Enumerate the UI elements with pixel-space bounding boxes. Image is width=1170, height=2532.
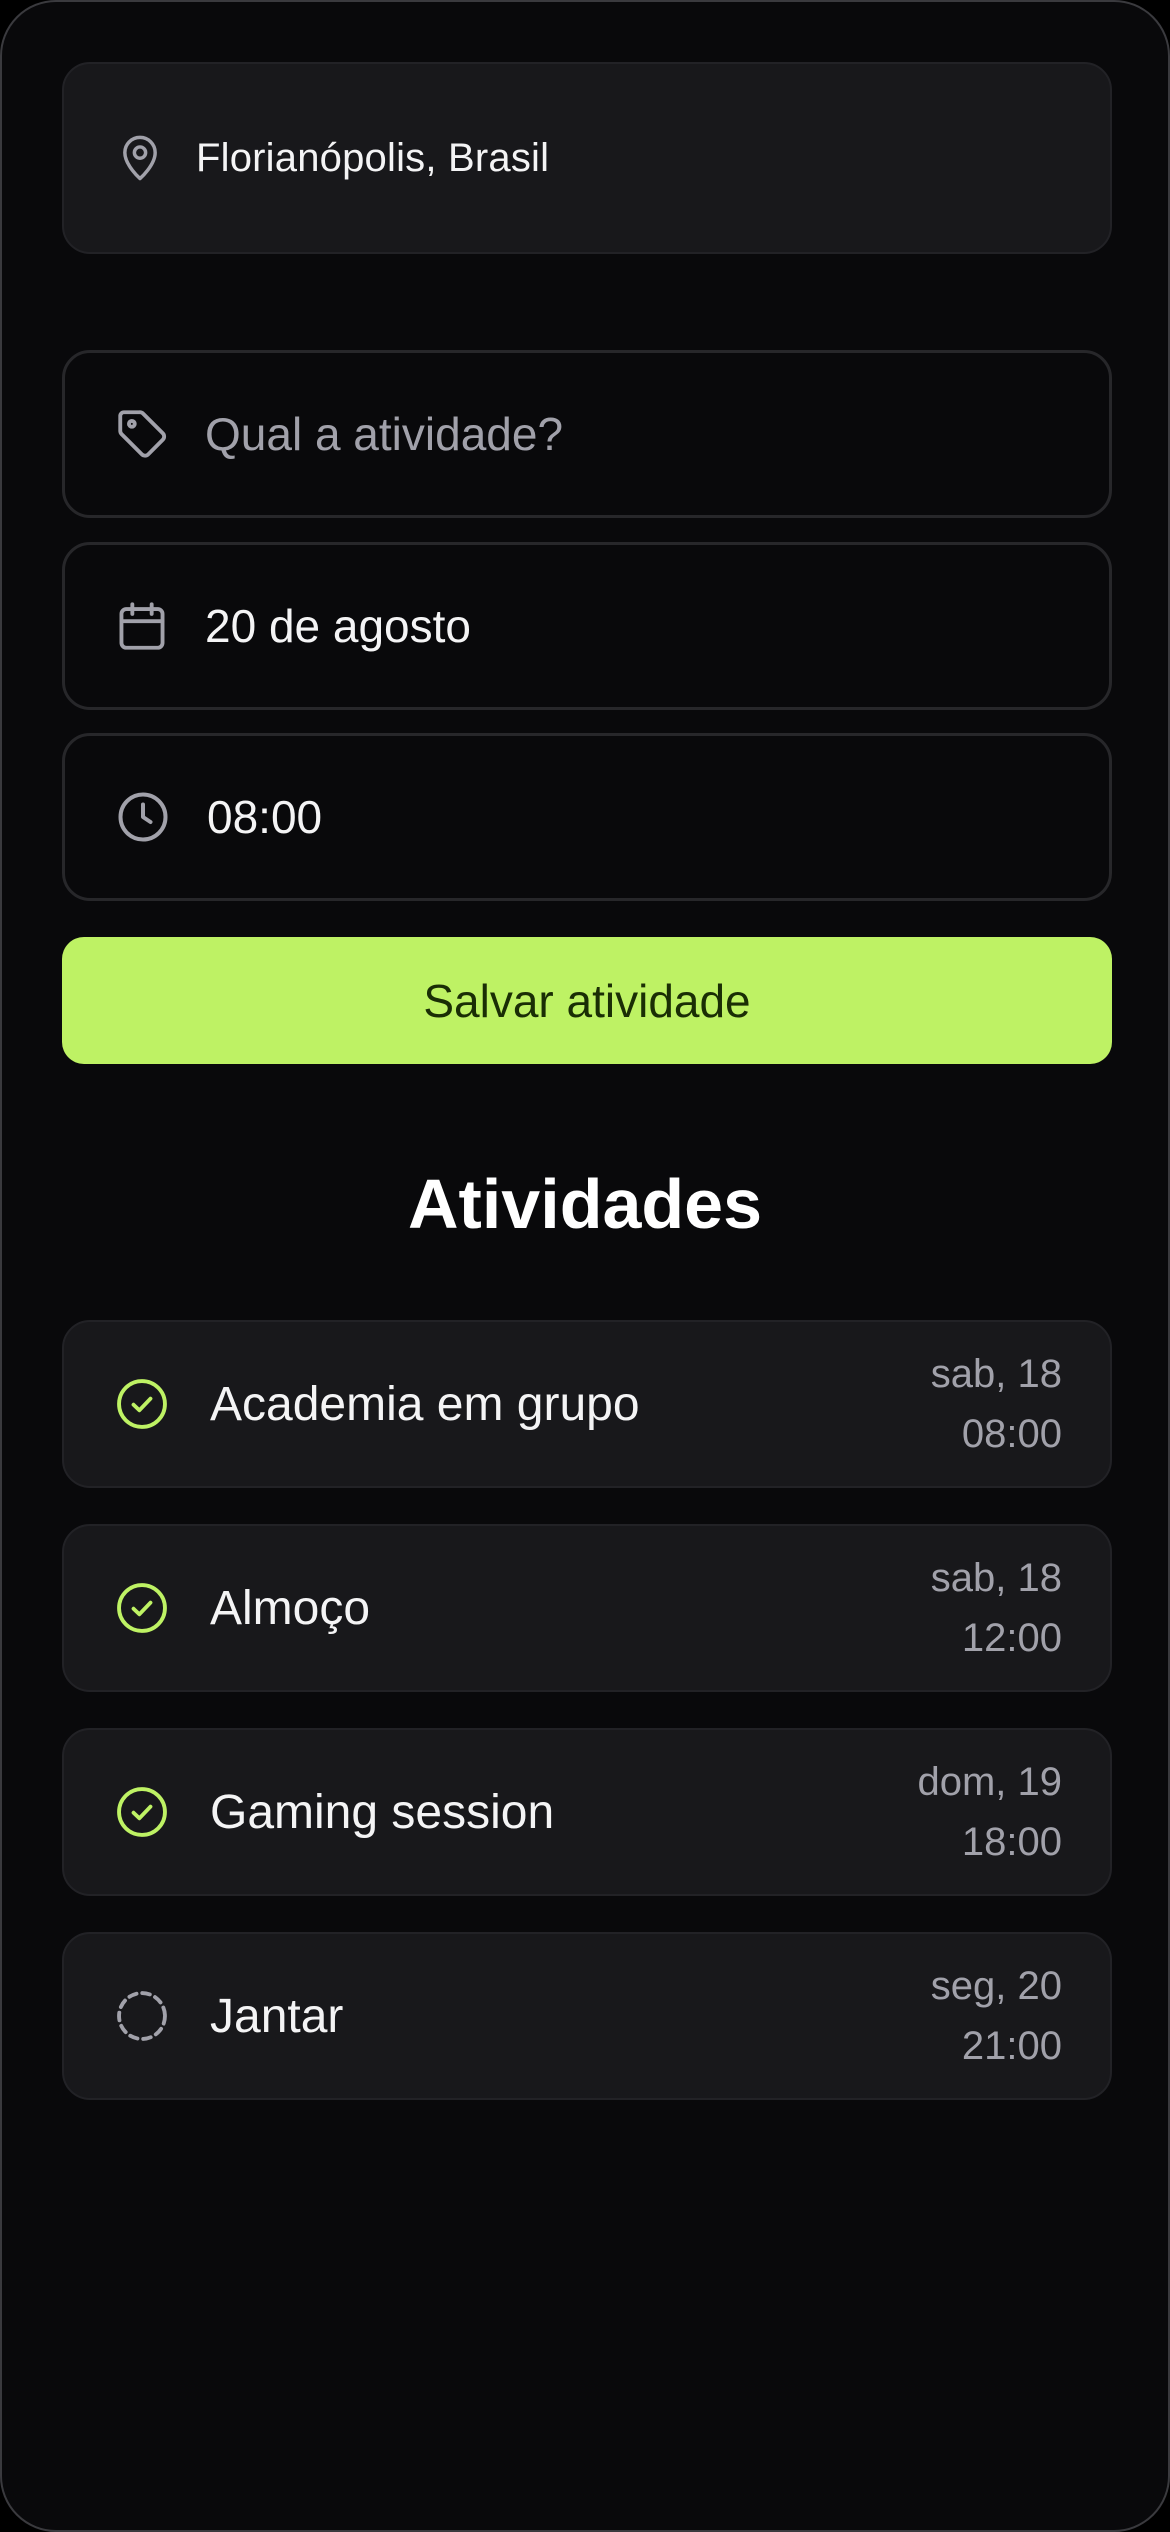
activity-day: sab, 18 [930,1352,1062,1396]
activity-title: Academia em grupo [210,1377,640,1431]
activity-title: Gaming session [210,1785,555,1839]
activity-day: dom, 19 [917,1760,1062,1804]
app-screen: Florianópolis, Brasil 20 de agosto [0,0,1170,2532]
time-field[interactable]: 08:00 [62,733,1112,901]
activity-title: Almoço [210,1581,371,1635]
activity-datetime: dom, 19 18:00 [917,1752,1062,1872]
clock-icon [113,787,173,847]
check-circle-icon[interactable] [112,1374,172,1434]
activity-time: 08:00 [961,1412,1062,1456]
check-circle-icon[interactable] [112,1578,172,1638]
activity-item[interactable]: Almoço sab, 18 12:00 [62,1524,1112,1692]
tag-icon [113,405,171,463]
activity-time: 21:00 [961,2024,1062,2068]
location-text: Florianópolis, Brasil [196,135,550,180]
map-pin-icon [114,130,166,186]
dashed-circle-icon[interactable] [112,1986,172,2046]
activity-day: sab, 18 [930,1556,1062,1600]
activity-item[interactable]: Gaming session dom, 19 18:00 [62,1728,1112,1896]
activity-field[interactable] [62,350,1112,518]
calendar-icon [113,597,171,655]
date-value: 20 de agosto [205,600,472,652]
activity-time: 12:00 [961,1616,1062,1660]
date-field[interactable]: 20 de agosto [62,542,1112,710]
activities-title: Atividades [408,1165,762,1243]
save-activity-button[interactable]: Salvar atividade [62,937,1112,1064]
activity-datetime: sab, 18 12:00 [931,1548,1062,1668]
activity-datetime: seg, 20 21:00 [931,1956,1062,2076]
activity-time: 18:00 [961,1820,1062,1864]
activity-item[interactable]: Academia em grupo sab, 18 08:00 [62,1320,1112,1488]
check-circle-icon[interactable] [112,1782,172,1842]
activity-item[interactable]: Jantar seg, 20 21:00 [62,1932,1112,2100]
activity-day: seg, 20 [930,1964,1062,2008]
activity-datetime: sab, 18 08:00 [931,1344,1062,1464]
activity-input[interactable] [205,407,1005,461]
location-card: Florianópolis, Brasil [62,62,1112,254]
activity-title: Jantar [210,1989,344,2043]
time-value: 08:00 [207,791,323,843]
